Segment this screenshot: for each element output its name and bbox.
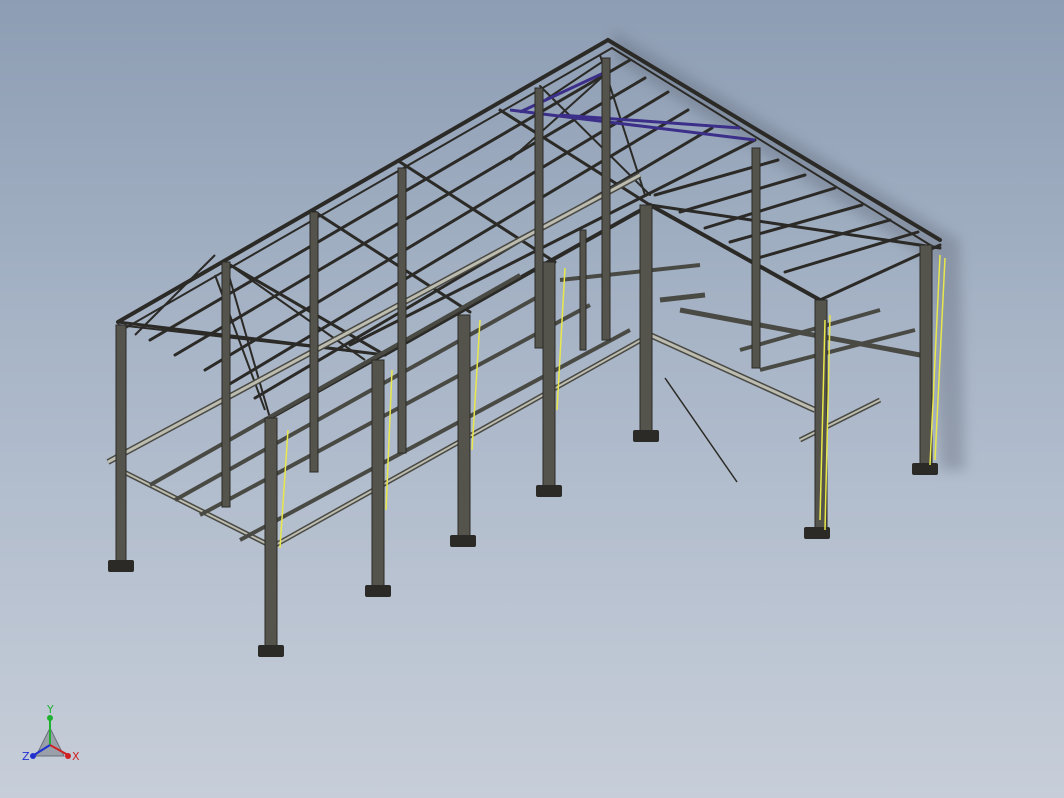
steel-frame-model[interactable]: Y X Z bbox=[0, 0, 1064, 798]
view-triad[interactable]: Y X Z bbox=[22, 703, 80, 763]
graphics-viewport[interactable]: Y X Z bbox=[0, 0, 1064, 798]
triad-x-icon bbox=[65, 753, 71, 759]
triad-x-label: X bbox=[72, 750, 80, 763]
base-plates bbox=[108, 430, 938, 657]
triad-z-label: Z bbox=[22, 750, 30, 763]
loose-member bbox=[664, 377, 738, 483]
triad-z-icon bbox=[30, 753, 36, 759]
triad-y-label: Y bbox=[46, 703, 54, 716]
